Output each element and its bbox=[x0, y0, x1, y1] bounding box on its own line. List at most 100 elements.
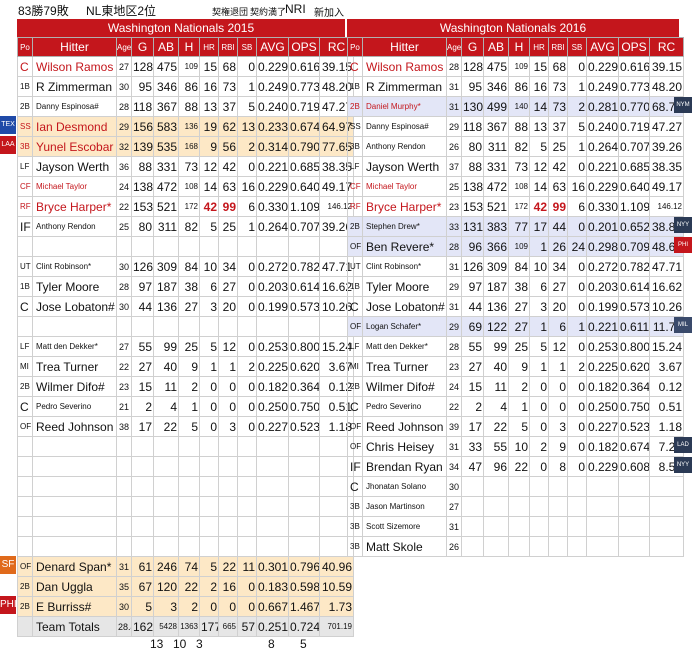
player-row: SS Danny Espinosa# 29 118 367 88 13 37 5 0.240 0.7… bbox=[347, 116, 684, 137]
player-row: CF Michael Taylor 25 138 472 108 14 63 16 0.229 0.… bbox=[347, 176, 684, 197]
cell-ops: 0.616 bbox=[618, 56, 650, 77]
cell-hr: 6 bbox=[529, 276, 549, 297]
col-header-po: Po bbox=[347, 37, 363, 57]
cell-rbi bbox=[548, 496, 568, 517]
cell-age: 36 bbox=[116, 156, 132, 177]
cell-h: 27 bbox=[178, 296, 200, 317]
cell-rc bbox=[649, 496, 684, 517]
team-tag-tex: TEX bbox=[0, 116, 16, 134]
cell-rc: 10.59 bbox=[319, 576, 354, 597]
cell-hr: 0 bbox=[199, 596, 219, 617]
cell-h: 74 bbox=[178, 556, 200, 577]
cell-rbi bbox=[218, 456, 238, 477]
cell-ab bbox=[153, 236, 179, 257]
cell-g: 153 bbox=[461, 196, 484, 217]
cell-age: 30 bbox=[446, 476, 462, 497]
cell-h: 82 bbox=[178, 216, 200, 237]
cell-age: 22 bbox=[116, 196, 132, 217]
cell-h: 5 bbox=[178, 416, 200, 437]
cell-name: Wilson Ramos bbox=[32, 56, 117, 77]
cell-age: 23 bbox=[446, 196, 462, 217]
cell-g bbox=[131, 536, 154, 557]
col-header-sb: SB bbox=[567, 37, 587, 57]
cell-ab: 475 bbox=[153, 56, 179, 77]
cell-ab: 346 bbox=[483, 76, 509, 97]
cell-h bbox=[178, 496, 200, 517]
cell-hr: 42 bbox=[199, 196, 219, 217]
player-row: RF Bryce Harper* 22 153 521 172 42 99 6 0.330 1.10… bbox=[17, 196, 354, 217]
table-title-2016: Washington Nationals 2016 bbox=[347, 19, 679, 37]
cell-hr: 1 bbox=[199, 356, 219, 377]
cell-name: Tyler Moore bbox=[362, 276, 447, 297]
cell-avg: 0.251 bbox=[256, 616, 289, 637]
cell-rbi: 20 bbox=[218, 296, 238, 317]
cell-rc: 48.20 bbox=[649, 76, 684, 97]
player-row: UT Clint Robinson* 30 126 309 84 10 34 0 0.272 0.7… bbox=[17, 256, 354, 277]
cell-rbi: 8 bbox=[548, 456, 568, 477]
cell-ops: 0.611 bbox=[618, 316, 650, 337]
empty-row bbox=[17, 536, 354, 557]
empty-row bbox=[17, 316, 354, 337]
player-row: C Jhonatan Solano 30 bbox=[347, 476, 684, 497]
cell-name bbox=[32, 496, 117, 517]
cell-sb bbox=[237, 236, 257, 257]
col-header-avg: AVG bbox=[256, 37, 289, 57]
cell-rbi: 16 bbox=[218, 576, 238, 597]
cell-hr bbox=[529, 536, 549, 557]
cell-hr: 15 bbox=[529, 56, 549, 77]
cell-name: Jayson Werth bbox=[362, 156, 447, 177]
cell-ab bbox=[483, 476, 509, 497]
cell-g: 17 bbox=[461, 416, 484, 437]
cell-h: 22 bbox=[178, 576, 200, 597]
cell-ab: 96 bbox=[483, 456, 509, 477]
cell-rbi: 3 bbox=[218, 416, 238, 437]
cell-hr: 12 bbox=[529, 156, 549, 177]
cell-g: 2 bbox=[461, 396, 484, 417]
cell-sb: 0 bbox=[237, 256, 257, 277]
cell-ops: 0.620 bbox=[288, 356, 320, 377]
cell-name: Jose Lobaton# bbox=[32, 296, 117, 317]
cell-name: Bryce Harper* bbox=[32, 196, 117, 217]
cell-age: 27 bbox=[116, 56, 132, 77]
cell-pos: OF bbox=[347, 416, 363, 437]
cell-name: Clint Robinson* bbox=[32, 256, 117, 277]
cell-avg: 0.301 bbox=[256, 556, 289, 577]
cell-rbi: 12 bbox=[548, 336, 568, 357]
cell-ops bbox=[288, 456, 320, 477]
cell-avg: 0.225 bbox=[586, 356, 619, 377]
cell-hr: 0 bbox=[529, 456, 549, 477]
cell-sb: 0 bbox=[237, 576, 257, 597]
cell-pos: C bbox=[17, 296, 33, 317]
cell-name: R Zimmerman bbox=[362, 76, 447, 97]
cell-pos bbox=[17, 316, 33, 337]
cell-avg: 0.221 bbox=[586, 316, 619, 337]
cell-pos bbox=[17, 536, 33, 557]
cell-g: 5 bbox=[131, 596, 154, 617]
cell-avg: 0.229 bbox=[586, 176, 619, 197]
cell-ops: 0.598 bbox=[288, 576, 320, 597]
cell-h: 86 bbox=[508, 76, 530, 97]
cell-g: 138 bbox=[131, 176, 154, 197]
cell-pos: C bbox=[17, 56, 33, 77]
cell-hr: 14 bbox=[529, 96, 549, 117]
cell-sb: 2 bbox=[567, 356, 587, 377]
cell-ab: 521 bbox=[153, 196, 179, 217]
cell-ops bbox=[618, 476, 650, 497]
cell-age: 21 bbox=[116, 396, 132, 417]
cell-g: 47 bbox=[461, 456, 484, 477]
cell-avg bbox=[256, 496, 289, 517]
player-row: 2B Stephen Drew* 33 131 383 77 17 44 0 0.201 0.652… bbox=[347, 216, 684, 237]
cell-rc: 15.24 bbox=[649, 336, 684, 357]
cell-avg: 0.233 bbox=[256, 116, 289, 137]
cell-hr: 10 bbox=[529, 256, 549, 277]
cell-rc: 0.51 bbox=[649, 396, 684, 417]
cell-age bbox=[116, 456, 132, 477]
cell-pos: SS bbox=[347, 116, 363, 137]
cell-sb: 0 bbox=[237, 336, 257, 357]
cell-rbi: 0 bbox=[548, 396, 568, 417]
cell-ops: 0.652 bbox=[618, 216, 650, 237]
cell-sb bbox=[237, 436, 257, 457]
col-header-sb: SB bbox=[237, 37, 257, 57]
cell-ab: 521 bbox=[483, 196, 509, 217]
empty-row bbox=[17, 436, 354, 457]
